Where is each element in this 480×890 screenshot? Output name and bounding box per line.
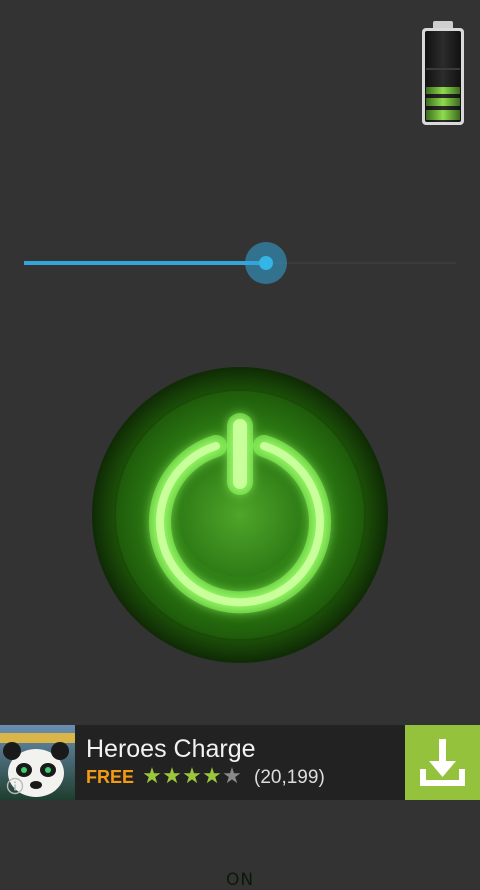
slider-thumb[interactable] xyxy=(259,256,273,270)
info-icon[interactable] xyxy=(6,777,24,795)
star-filled-icon: ★ xyxy=(142,764,162,789)
ad-banner[interactable]: Heroes Charge FREE ★ ★ ★ ★ ★ (20,199) xyxy=(0,725,480,800)
star-empty-icon: ★ xyxy=(222,764,242,789)
battery-cell xyxy=(426,98,460,106)
ad-price: FREE xyxy=(86,767,135,787)
star-filled-icon: ★ xyxy=(202,764,222,789)
rating-count: (20,199) xyxy=(254,767,325,788)
download-button[interactable] xyxy=(405,725,480,800)
battery-cell xyxy=(426,87,460,94)
rating-stars: ★ ★ ★ ★ ★ xyxy=(142,766,242,788)
power-state-label: ON xyxy=(225,870,255,890)
star-filled-icon: ★ xyxy=(162,764,182,789)
ad-app-title[interactable]: Heroes Charge xyxy=(86,735,256,764)
download-icon xyxy=(420,739,465,786)
star-filled-icon: ★ xyxy=(182,764,202,789)
battery-icon xyxy=(421,21,465,126)
brightness-slider[interactable] xyxy=(24,242,456,284)
power-toggle-button[interactable]: ON xyxy=(91,366,389,890)
slider-fill xyxy=(24,261,266,265)
battery-cell xyxy=(426,110,460,120)
